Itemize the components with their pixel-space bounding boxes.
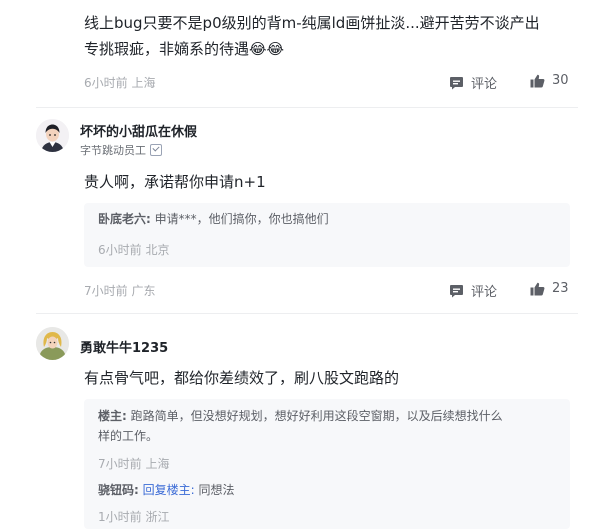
reply-author[interactable]: 骁钮码: bbox=[98, 483, 139, 497]
comment-label: 评论 bbox=[471, 285, 498, 300]
comment-button[interactable]: 评论 bbox=[449, 73, 497, 92]
comment-meta: 7小时前 广东 bbox=[84, 282, 155, 299]
thumbs-up-icon bbox=[530, 74, 545, 87]
comment-meta: 6小时前 上海 bbox=[84, 74, 155, 91]
username[interactable]: 坏坏的小甜瓜在休假 bbox=[80, 121, 197, 140]
reply-item[interactable]: 楼主: 跑路简单，但没想好规划，想好好利用这段空窗期，以及后续想找什么 样的工作… bbox=[98, 406, 558, 446]
avatar-image bbox=[36, 327, 69, 360]
comment-icon bbox=[450, 76, 463, 89]
like-count: 30 bbox=[552, 73, 569, 88]
avatar-image bbox=[36, 119, 69, 152]
like-button[interactable]: 23 bbox=[530, 281, 569, 296]
comment-text: 专挑瑕疵，非嫡系的待遇😂😂 bbox=[84, 40, 285, 58]
verified-icon bbox=[150, 144, 162, 156]
reply-location: 上海 bbox=[145, 457, 170, 471]
comment-text: 线上bug只要不是p0级别的背m-纯属ld画饼扯淡...避开苦劳不谈产出 bbox=[84, 14, 540, 32]
reply-box: 卧底老六: 申请***，他们搞你，你也搞他们 6小时前 北京 bbox=[84, 203, 570, 267]
avatar[interactable] bbox=[36, 327, 69, 360]
reply-box: 楼主: 跑路简单，但没想好规划，想好好利用这段空窗期，以及后续想找什么 样的工作… bbox=[84, 399, 570, 529]
comment-icon bbox=[450, 284, 463, 297]
comment-text: 贵人啊，承诺帮你申请n+1 bbox=[84, 173, 266, 191]
user-company: 字节跳动员工 bbox=[80, 144, 146, 157]
comment-text: 有点骨气吧，都给你差绩效了，刷八股文跑路的 bbox=[84, 369, 400, 387]
like-button[interactable]: 30 bbox=[530, 73, 569, 88]
comment-time: 7小时前 bbox=[84, 284, 128, 298]
reply-time: 7小时前 bbox=[98, 457, 142, 471]
reply-meta: 1小时前 浙江 bbox=[98, 508, 169, 525]
comment-button[interactable]: 评论 bbox=[449, 281, 497, 300]
reply-text: 申请***，他们搞你，你也搞他们 bbox=[154, 212, 329, 226]
reply-item[interactable]: 骁钮码: 回复楼主: 同想法 bbox=[98, 480, 235, 500]
comment-time: 6小时前 bbox=[84, 76, 128, 90]
thumbs-up-icon bbox=[530, 282, 545, 295]
divider bbox=[36, 313, 578, 314]
reply-time: 1小时前 bbox=[98, 510, 142, 524]
like-count: 23 bbox=[552, 281, 569, 296]
reply-location: 浙江 bbox=[145, 510, 170, 524]
reply-item[interactable]: 卧底老六: 申请***，他们搞你，你也搞他们 bbox=[98, 209, 329, 229]
reply-location: 北京 bbox=[145, 243, 170, 257]
user-badge: 字节跳动员工 bbox=[80, 142, 162, 158]
divider bbox=[36, 107, 578, 108]
reply-to-link[interactable]: 回复楼主: bbox=[143, 483, 195, 497]
reply-text: 样的工作。 bbox=[98, 429, 159, 443]
username[interactable]: 勇敢牛牛1235 bbox=[80, 337, 168, 356]
comment-label: 评论 bbox=[471, 77, 498, 92]
avatar[interactable] bbox=[36, 119, 69, 152]
reply-time: 6小时前 bbox=[98, 243, 142, 257]
reply-text: 同想法 bbox=[198, 483, 235, 497]
reply-author[interactable]: 卧底老六: bbox=[98, 212, 151, 226]
reply-meta: 6小时前 北京 bbox=[98, 241, 169, 258]
reply-author[interactable]: 楼主: bbox=[98, 409, 127, 423]
comment-location: 上海 bbox=[131, 76, 156, 90]
comment-location: 广东 bbox=[131, 284, 156, 298]
reply-meta: 7小时前 上海 bbox=[98, 455, 169, 472]
reply-text: 跑路简单，但没想好规划，想好好利用这段空窗期，以及后续想找什么 bbox=[130, 409, 503, 423]
